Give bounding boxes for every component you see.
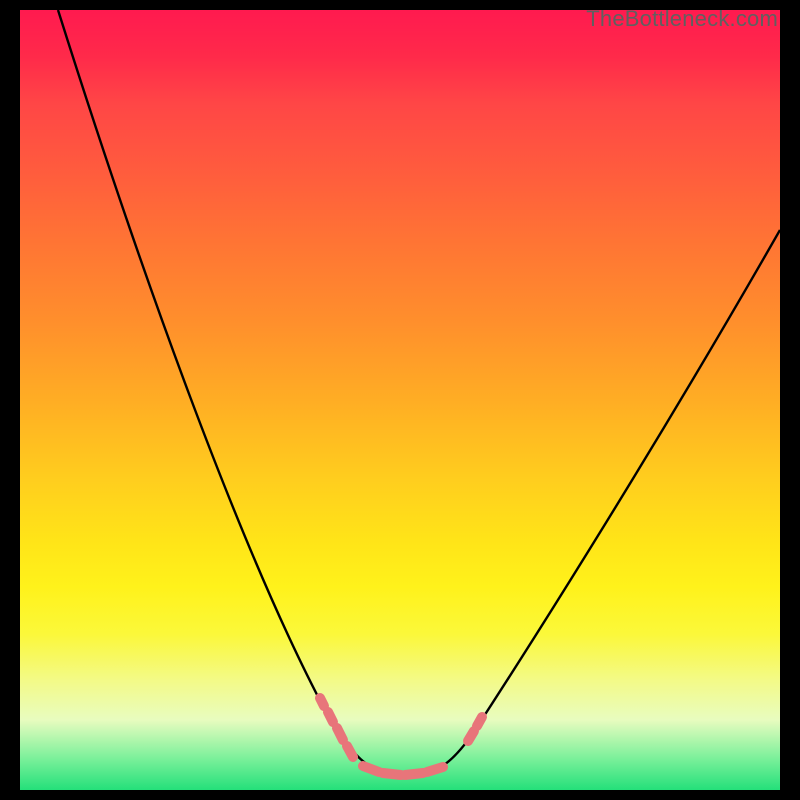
marker xyxy=(477,717,482,726)
marker xyxy=(347,746,353,757)
marker xyxy=(427,767,443,772)
marker-group xyxy=(320,698,482,775)
plot-area xyxy=(20,10,780,790)
marker xyxy=(468,731,474,741)
chart-frame: TheBottleneck.com xyxy=(0,0,800,800)
watermark-text: TheBottleneck.com xyxy=(586,6,778,32)
curve-layer xyxy=(20,10,780,790)
marker xyxy=(383,773,401,775)
marker xyxy=(328,712,333,722)
marker xyxy=(405,773,423,775)
marker xyxy=(337,728,343,740)
marker xyxy=(320,698,324,706)
marker xyxy=(363,766,379,772)
bottleneck-curve xyxy=(58,10,780,776)
